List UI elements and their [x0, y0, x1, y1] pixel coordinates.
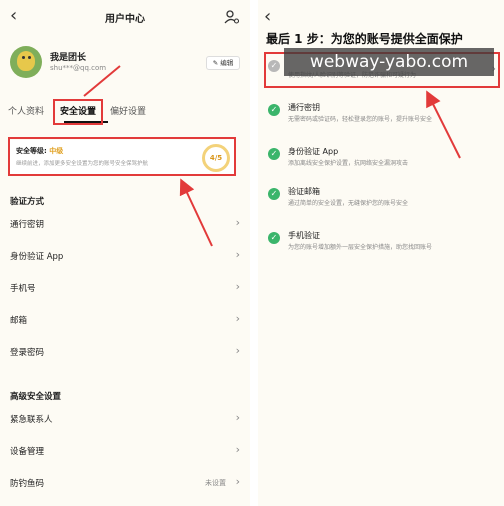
chevron-right-icon: ›	[235, 411, 240, 424]
list-item-passkey[interactable]: ✓ 通行密钥 无需密码或验证码，轻松登录您的账号，提升账号安全	[258, 102, 504, 138]
profile-header: 我是团长 shu***@qq.com ✎ 编辑	[10, 46, 242, 86]
user-email: shu***@qq.com	[50, 64, 107, 72]
list-item-phone[interactable]: 手机号 ›	[10, 280, 242, 298]
list-item-label: 通行密钥	[10, 220, 45, 230]
username: 我是团长	[50, 53, 87, 63]
list-item-label: 登录密码	[10, 348, 45, 358]
list-item-verify-phone[interactable]: ✓ 手机验证 为您的账号增加额外一层安全保护措施，助您找回账号	[258, 230, 504, 266]
page-heading: 最后 1 步：为您的账号提供全面保护	[266, 32, 463, 46]
page-title: 用户中心	[105, 14, 145, 25]
edit-label: 编辑	[220, 59, 234, 67]
list-item-desc: 通过简单的安全设置，无缝保护您的账号安全	[288, 200, 409, 207]
tab-profile[interactable]: 个人资料	[8, 104, 44, 117]
list-item-desc: 为您的账号增加额外一层安全保护措施，助您找回账号	[288, 244, 433, 251]
list-item-label: 防钓鱼码	[10, 479, 45, 489]
chevron-right-icon: ›	[235, 443, 240, 456]
person-settings-icon[interactable]	[224, 9, 240, 25]
top-bar: ‹ 用户中心	[0, 0, 250, 34]
chevron-right-icon: ›	[235, 280, 240, 293]
tab-preferences[interactable]: 偏好设置	[110, 104, 146, 117]
chevron-right-icon: ›	[235, 475, 240, 488]
list-item-label: 紧急联系人	[10, 415, 53, 425]
chevron-right-icon: ›	[235, 216, 240, 229]
edit-profile-button[interactable]: ✎ 编辑	[206, 56, 240, 70]
left-screen: ‹ 用户中心 我是团长 shu***@qq.com ✎ 编辑 个人资料 安全设置…	[0, 0, 250, 506]
list-item-emergency-contact[interactable]: 紧急联系人 ›	[10, 411, 242, 429]
security-card-highlight-box	[8, 137, 236, 176]
list-item-label: 手机号	[10, 284, 36, 294]
chevron-right-icon: ›	[235, 344, 240, 357]
list-item-passkey[interactable]: 通行密钥 ›	[10, 216, 242, 234]
check-circle-icon: ✓	[268, 148, 280, 160]
list-item-email[interactable]: 邮箱 ›	[10, 312, 242, 330]
tab-highlight-box	[53, 99, 103, 125]
chevron-right-icon: ›	[235, 248, 240, 261]
list-item-desc: 无需密码或验证码，轻松登录您的账号，提升账号安全	[288, 116, 433, 123]
verify-section-title: 验证方式	[10, 197, 45, 207]
list-item-auth-app[interactable]: 身份验证 App ›	[10, 248, 242, 266]
list-item-verify-email[interactable]: ✓ 验证邮箱 通过简单的安全设置，无缝保护您的账号安全	[258, 186, 504, 222]
list-item-label: 邮箱	[10, 316, 28, 326]
check-circle-icon: ✓	[268, 188, 280, 200]
list-item-anti-phishing-code[interactable]: 防钓鱼码 未设置 ›	[10, 475, 242, 493]
list-item-desc: 添加离线安全保护设置，抗网络安全漏洞攻击	[288, 160, 409, 167]
list-item-title: 验证邮箱	[288, 187, 320, 196]
list-item-label: 设备管理	[10, 447, 45, 457]
list-item-auth-app[interactable]: ✓ 身份验证 App 添加离线安全保护设置，抗网络安全漏洞攻击	[258, 146, 504, 182]
check-circle-icon: ✓	[268, 104, 280, 116]
list-item-login-password[interactable]: 登录密码 ›	[10, 344, 242, 362]
list-item-title: 手机验证	[288, 231, 320, 240]
list-item-value: 未设置	[205, 479, 226, 487]
settings-tabs: 个人资料 安全设置 偏好设置	[8, 104, 244, 124]
list-item-device-management[interactable]: 设备管理 ›	[10, 443, 242, 461]
check-circle-icon: ✓	[268, 232, 280, 244]
chevron-left-icon[interactable]: ‹	[264, 8, 271, 26]
list-item-title: 身份验证 App	[288, 147, 339, 156]
pencil-icon: ✎	[212, 59, 219, 67]
avatar[interactable]	[10, 46, 42, 78]
watermark: webway-yabo.com	[284, 48, 494, 76]
chevron-right-icon: ›	[235, 312, 240, 325]
advanced-section-title: 高级安全设置	[10, 392, 62, 402]
list-item-label: 身份验证 App	[10, 252, 64, 262]
list-item-title: 通行密钥	[288, 103, 320, 112]
